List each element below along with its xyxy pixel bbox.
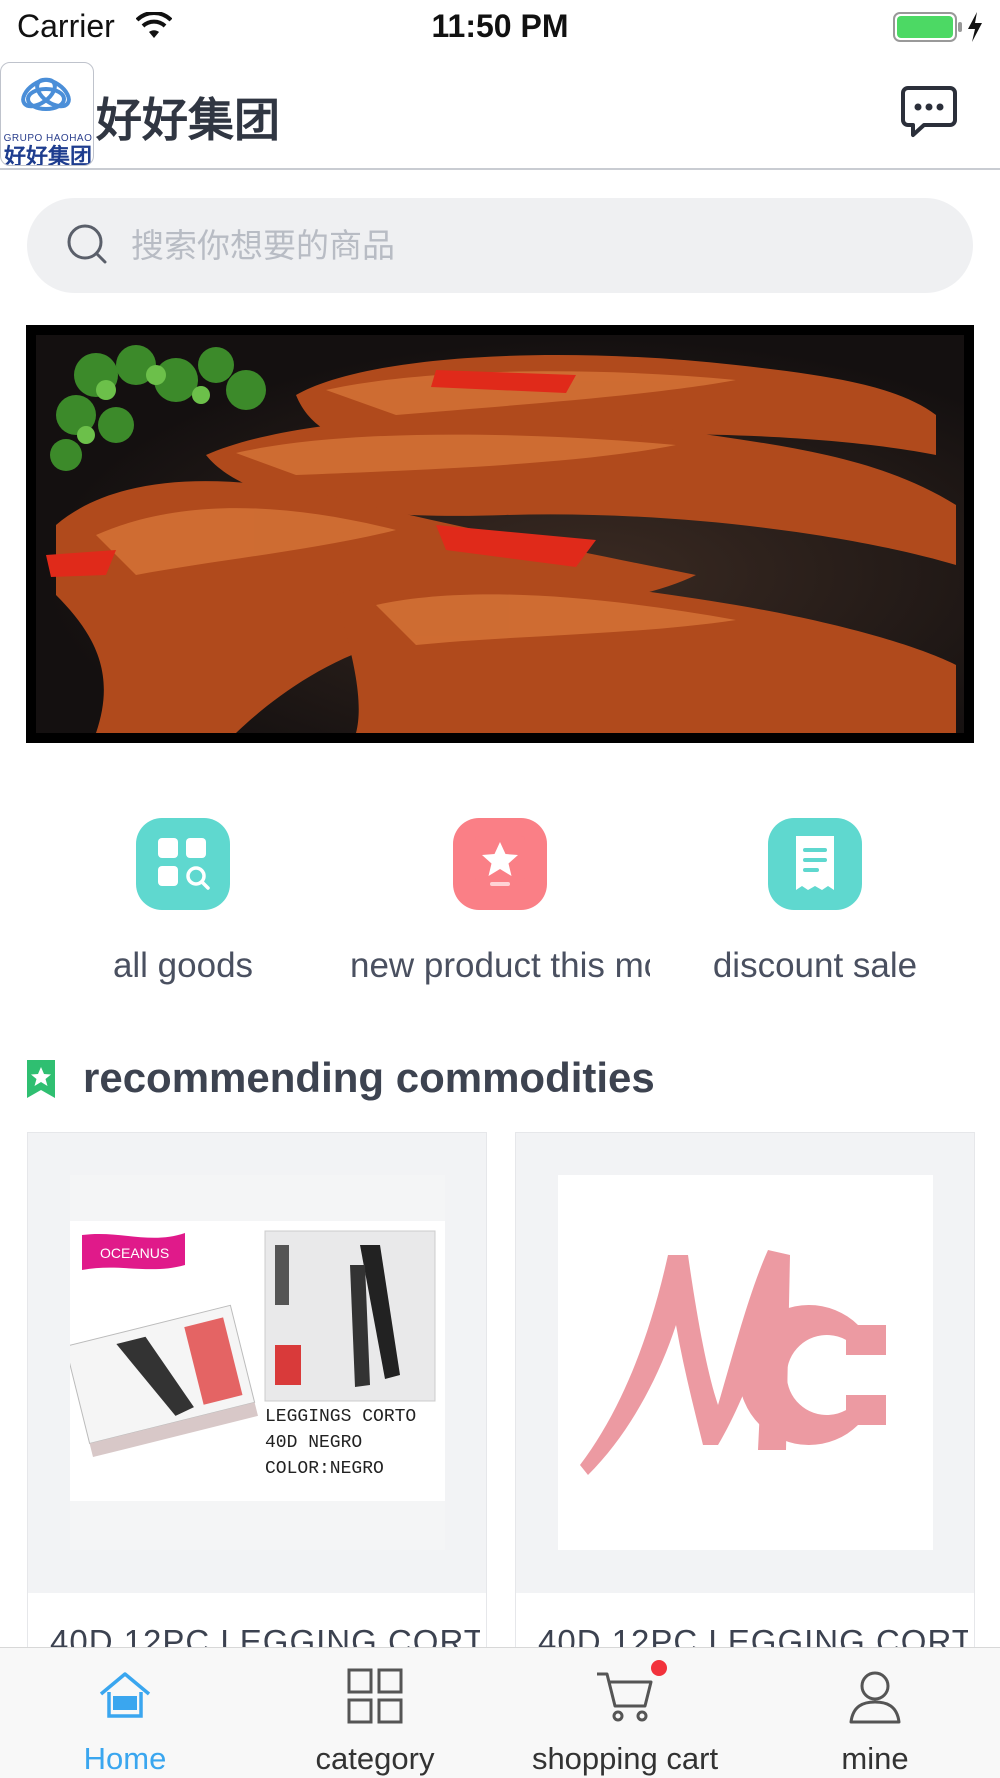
quick-all-goods[interactable]: all goods	[33, 818, 333, 998]
caption-line: LEGGINGS CORTO	[265, 1407, 416, 1427]
tab-label: Home	[83, 1741, 167, 1776]
search-bar[interactable]	[27, 198, 973, 293]
caption-line: COLOR:NEGRO	[265, 1459, 384, 1479]
person-icon	[845, 1666, 905, 1731]
charging-icon	[966, 11, 984, 48]
tab-category[interactable]: category	[250, 1648, 500, 1778]
category-grid-icon	[345, 1666, 405, 1731]
cart-badge-dot	[651, 1660, 667, 1676]
app-header: GRUPO HAOHAO 好好集团 好好集团	[0, 56, 1000, 170]
promo-banner[interactable]	[26, 325, 974, 743]
quick-label: discount sale	[712, 946, 918, 985]
caption-line: 40D NEGRO	[265, 1433, 362, 1453]
section-header: recommending commodities	[0, 1050, 1000, 1110]
bookmark-star-icon	[25, 1058, 57, 1105]
tab-shopping-cart[interactable]: shopping cart	[500, 1648, 750, 1778]
page-title: 好好集团	[96, 93, 280, 147]
home-icon	[95, 1666, 155, 1731]
search-input[interactable]	[131, 198, 931, 293]
brand-logo[interactable]: GRUPO HAOHAO 好好集团	[0, 62, 94, 166]
tab-home[interactable]: Home	[0, 1648, 250, 1778]
product-image	[558, 1175, 933, 1550]
product-image: LEGGINGS CORTO 40D NEGRO COLOR:NEGRO OCE…	[64, 1175, 445, 1550]
receipt-icon	[768, 818, 862, 910]
cart-icon	[595, 1666, 655, 1731]
logo-emblem-icon	[21, 77, 71, 111]
quick-new-product[interactable]: new product this month	[350, 818, 650, 998]
tab-label: mine	[841, 1741, 909, 1776]
banner-image	[36, 335, 964, 733]
logo-cn-text: 好好集团	[3, 145, 92, 166]
tab-label: category	[315, 1741, 435, 1776]
quick-label: new product this month	[350, 946, 650, 985]
bottom-tab-bar: Home category shopping cart mine	[0, 1647, 1000, 1778]
product-card[interactable]: LEGGINGS CORTO 40D NEGRO COLOR:NEGRO OCE…	[27, 1132, 487, 1692]
image-brand: OCEANUS	[100, 1245, 169, 1261]
status-bar: Carrier 11:50 PM	[0, 0, 1000, 56]
grid-search-icon	[136, 818, 230, 910]
battery-icon	[893, 12, 963, 47]
clock: 11:50 PM	[431, 8, 569, 44]
chat-bubble-icon[interactable]	[900, 84, 958, 145]
product-card[interactable]: 40D 12PC LEGGING CORTO	[515, 1132, 975, 1692]
section-title: recommending commodities	[83, 1054, 655, 1101]
tab-label: shopping cart	[531, 1741, 719, 1776]
quick-entries: all goods new product this month discoun…	[0, 818, 1000, 998]
quick-label: all goods	[112, 946, 254, 985]
quick-discount-sale[interactable]: discount sale	[665, 818, 965, 998]
search-icon	[65, 222, 111, 273]
star-icon	[453, 818, 547, 910]
tab-mine[interactable]: mine	[750, 1648, 1000, 1778]
